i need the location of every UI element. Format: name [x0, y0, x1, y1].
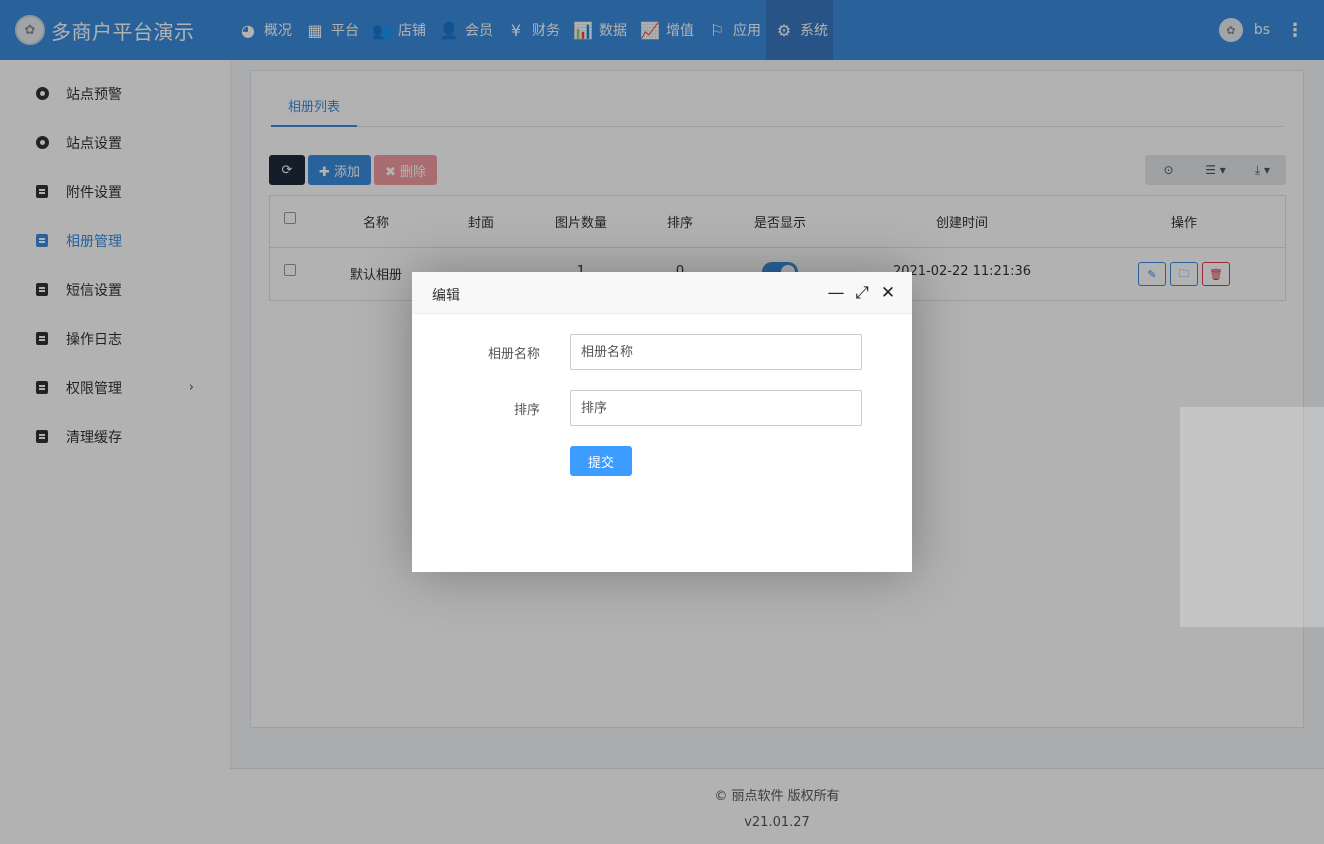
maximize-icon[interactable]: ⤢ [852, 283, 872, 303]
submit-button[interactable]: 提交 [570, 446, 632, 476]
dialog-title: 编辑 [432, 288, 460, 304]
ghost-panel [1180, 407, 1324, 627]
sort-input[interactable] [570, 390, 862, 426]
minimize-icon[interactable]: — [826, 283, 846, 303]
sort-label: 排序 [513, 403, 540, 418]
album-name-label: 相册名称 [487, 347, 540, 362]
close-icon[interactable]: ✕ [878, 283, 898, 303]
dialog-header: 编辑 — ⤢ ✕ [412, 272, 912, 314]
edit-dialog: 编辑 — ⤢ ✕ 相册名称 排序 提交 [412, 272, 912, 572]
album-name-input[interactable] [570, 334, 862, 370]
